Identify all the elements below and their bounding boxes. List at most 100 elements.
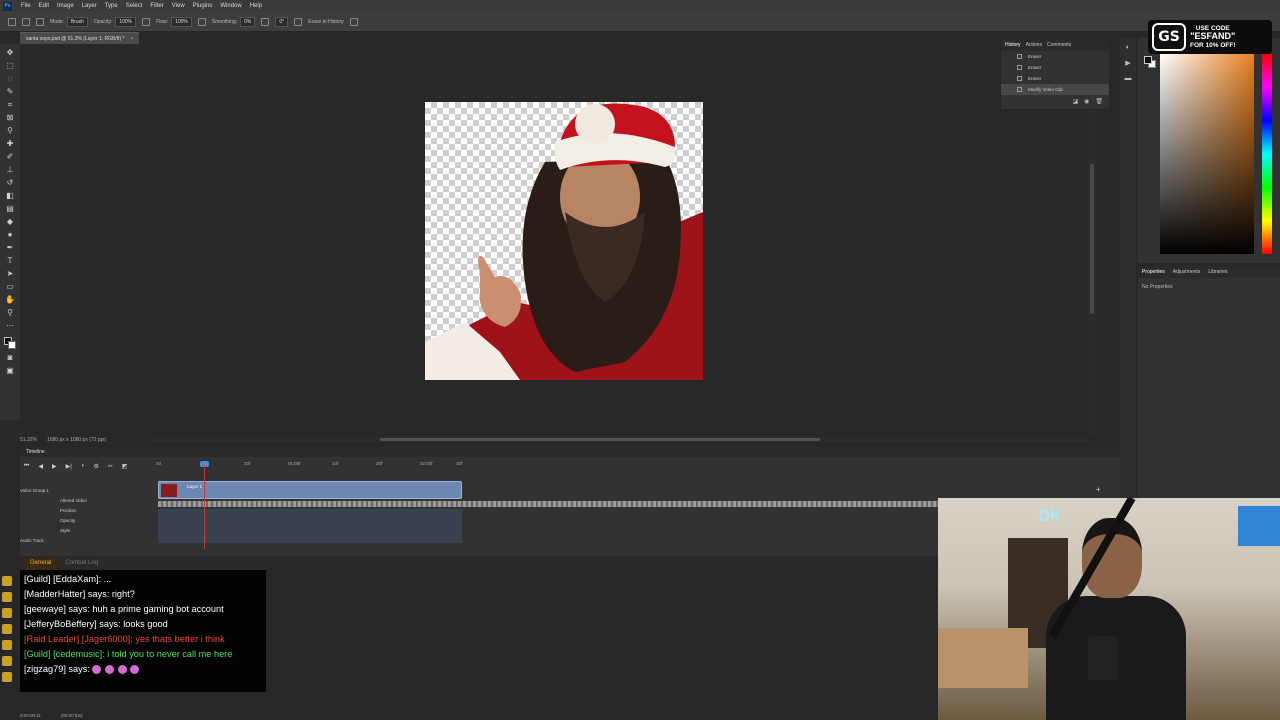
path-select-tool-icon[interactable]: ➤ [5, 269, 15, 278]
tab-adjustments[interactable]: Adjustments [1173, 269, 1201, 275]
tab-libraries[interactable]: Libraries [1208, 269, 1227, 275]
healing-tool-icon[interactable]: ✚ [5, 139, 15, 148]
pressure-opacity-icon[interactable] [142, 17, 151, 26]
color-field[interactable] [1160, 54, 1254, 254]
history-item[interactable]: Eraser [1001, 51, 1109, 62]
flow-input[interactable]: 100% [171, 16, 192, 27]
menu-plugins[interactable]: Plugins [189, 3, 217, 9]
new-document-from-state-icon[interactable]: ◪ [1072, 98, 1078, 105]
hand-tool-icon[interactable]: ✋ [5, 295, 15, 304]
frame-tool-icon[interactable]: ⊠ [5, 113, 15, 122]
sponsor-overlay: GS USE CODE "ESFAND" FOR 10% OFF! [1148, 20, 1272, 54]
brush-tool-icon[interactable]: ✐ [5, 152, 15, 161]
color-swatches[interactable] [4, 337, 16, 349]
smoothing-input[interactable]: 0% [240, 16, 256, 27]
tab-properties[interactable]: Properties [1142, 269, 1165, 275]
angle-input[interactable]: 0° [275, 16, 289, 27]
mode-select[interactable]: Brush [66, 16, 88, 27]
next-frame-icon[interactable]: ▶| [66, 463, 72, 470]
document-tab[interactable]: santa oops.psd @ 51.3% (Layer 1, RGB/8) … [20, 32, 140, 44]
horizontal-scroll-thumb[interactable] [380, 438, 820, 441]
more-tools-icon[interactable]: ⋯ [5, 321, 15, 330]
rectangle-tool-icon[interactable]: ▭ [5, 282, 15, 291]
menu-window[interactable]: Window [216, 3, 245, 9]
menu-image[interactable]: Image [53, 3, 78, 9]
home-icon[interactable] [8, 17, 16, 26]
track-property[interactable]: Style [20, 525, 156, 535]
menu-filter[interactable]: Filter [146, 3, 167, 9]
erase-to-history-option[interactable]: Erase to History [308, 19, 344, 25]
tab-general[interactable]: General [24, 558, 58, 570]
settings-icon[interactable]: ⚙ [93, 463, 98, 470]
history-item[interactable]: Eraser [1001, 62, 1109, 73]
blur-tool-icon[interactable]: ◆ [5, 217, 15, 226]
move-tool-icon[interactable]: ✥ [5, 48, 15, 57]
audio-icon[interactable]: ◖ [81, 463, 85, 470]
tab-actions[interactable]: Actions [1026, 42, 1042, 48]
type-tool-icon[interactable]: T [5, 256, 15, 265]
background-color-swatch[interactable] [8, 341, 16, 349]
dodge-tool-icon[interactable]: ● [5, 230, 15, 239]
vertical-scroll-thumb[interactable] [1090, 164, 1094, 314]
menu-select[interactable]: Select [122, 3, 147, 9]
brush-preset-icon[interactable] [36, 17, 44, 26]
track-property[interactable]: Position [20, 505, 156, 515]
track-property[interactable]: Opacity [20, 515, 156, 525]
quick-mask-icon[interactable]: ◙ [5, 353, 15, 362]
zoom-tool-icon[interactable]: ⚲ [5, 308, 15, 317]
document-canvas[interactable] [425, 102, 703, 380]
no-properties-text: No Properties [1142, 284, 1173, 290]
menu-help[interactable]: Help [246, 3, 266, 9]
crop-tool-icon[interactable]: ⌗ [5, 100, 15, 109]
tab-comments[interactable]: Comments [1047, 42, 1071, 48]
pressure-size-icon[interactable] [294, 17, 303, 26]
history-brush-tool-icon[interactable]: ↺ [5, 178, 15, 187]
eraser-tool-icon[interactable] [22, 17, 30, 26]
close-icon[interactable]: × [130, 36, 133, 42]
history-item[interactable]: Modify Video Clip [1001, 84, 1109, 95]
video-group-label[interactable]: Video Group 1 [20, 485, 156, 495]
foreground-color-chip[interactable] [1144, 56, 1152, 64]
menu-layer[interactable]: Layer [78, 3, 101, 9]
play-icon[interactable]: ▶ [52, 463, 57, 470]
gear-icon[interactable] [261, 17, 270, 26]
eyedropper-tool-icon[interactable]: ⚲ [5, 126, 15, 135]
menu-view[interactable]: View [168, 3, 189, 9]
horizontal-scrollbar[interactable] [150, 437, 1090, 442]
menu-file[interactable]: File [17, 3, 35, 9]
split-icon[interactable]: ✂ [108, 463, 113, 470]
phone [1088, 636, 1118, 680]
audio-track-label[interactable]: Audio Track [20, 535, 156, 545]
airbrush-icon[interactable] [197, 17, 206, 26]
quick-select-tool-icon[interactable]: ✎ [5, 87, 15, 96]
screen-mode-icon[interactable]: ▣ [5, 366, 15, 375]
menu-edit[interactable]: Edit [35, 3, 53, 9]
opacity-input[interactable]: 100% [115, 16, 137, 27]
hue-slider[interactable] [1262, 54, 1272, 254]
tab-combat-log[interactable]: Combat Log [59, 558, 105, 570]
marquee-tool-icon[interactable]: ⬚ [5, 61, 15, 70]
trash-icon[interactable]: 🗑 [1095, 98, 1103, 105]
gradient-tool-icon[interactable]: ▤ [5, 204, 15, 213]
stamp-tool-icon[interactable]: ⊥ [5, 165, 15, 174]
transition-icon[interactable]: ◩ [122, 463, 128, 470]
tab-history[interactable]: History [1005, 42, 1021, 48]
track-property[interactable]: Altered Video [20, 495, 156, 505]
ruler-tick: 00 [156, 461, 162, 466]
play-icon[interactable]: ▶ [1125, 59, 1130, 67]
menu-type[interactable]: Type [101, 3, 122, 9]
pen-tool-icon[interactable]: ✒ [5, 243, 15, 252]
history-item[interactable]: Eraser [1001, 73, 1109, 84]
previous-frame-icon[interactable]: ◀ [38, 463, 43, 470]
eraser-tool-icon[interactable]: ◧ [5, 191, 15, 200]
add-track-button[interactable]: + [1096, 485, 1101, 494]
lasso-tool-icon[interactable]: ◌ [5, 74, 15, 83]
symmetry-icon[interactable] [349, 17, 358, 26]
camera-icon[interactable]: ◉ [1084, 98, 1089, 105]
first-frame-icon[interactable]: ⏮ [24, 463, 29, 470]
zoom-level[interactable]: 51.32% [20, 437, 37, 443]
streamer [1046, 518, 1186, 720]
canvas-area[interactable] [20, 44, 1108, 435]
color-panel-icon[interactable]: ◐ [1126, 44, 1130, 51]
comment-icon[interactable]: ▬ [1125, 75, 1132, 82]
